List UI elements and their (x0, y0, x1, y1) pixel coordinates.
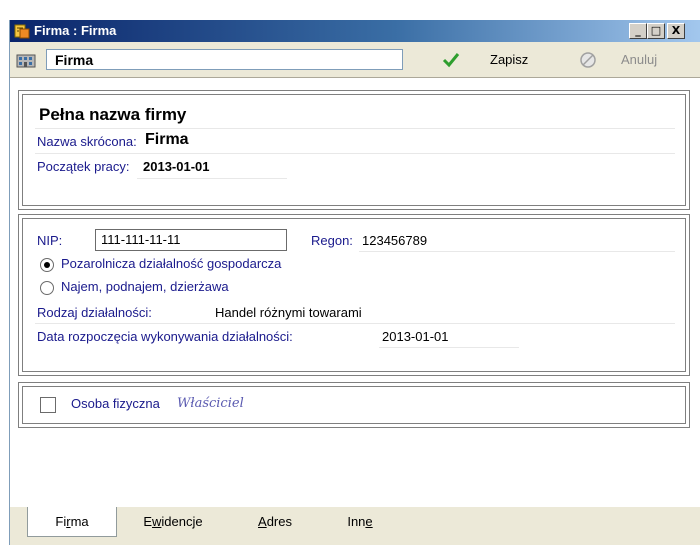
tab-firma[interactable]: Firma (27, 507, 117, 537)
option-najem-label: Najem, podnajem, dzierżawa (61, 279, 229, 294)
close-button[interactable]: X (667, 23, 685, 39)
tab-bar: Firma Ewidencje Adres Inne (10, 507, 700, 545)
cancel-button[interactable]: Anuluj (575, 48, 695, 72)
tab-ewidencje[interactable]: Ewidencje (128, 507, 218, 537)
main-area: Pełna nazwa firmy Nazwa skrócona: Firma … (10, 78, 700, 507)
activity-value[interactable]: Handel różnymi towarami (215, 305, 362, 320)
short-name-value[interactable]: Firma (145, 131, 189, 149)
nip-field[interactable]: 111-111-11-11 (95, 229, 287, 251)
window-title: Firma : Firma (34, 23, 117, 38)
activity-start-label: Data rozpoczęcia wykonywania działalnośc… (37, 329, 293, 344)
short-name-label: Nazwa skrócona: (37, 134, 137, 149)
person-checkbox[interactable] (40, 397, 56, 413)
tab-inne[interactable]: Inne (335, 507, 385, 537)
tab-adres[interactable]: Adres (245, 507, 305, 537)
start-date-value[interactable]: 2013-01-01 (143, 159, 210, 174)
start-date-label: Początek pracy: (37, 159, 130, 174)
cancel-icon (580, 52, 596, 68)
title-bar[interactable]: Firma : Firma _ □ X (10, 20, 700, 42)
save-button[interactable]: Zapisz (438, 48, 564, 72)
full-name-value[interactable]: Pełna nazwa firmy (39, 105, 186, 125)
radio-najem[interactable] (40, 281, 54, 295)
company-name-field[interactable]: Firma (46, 49, 403, 70)
maximize-button[interactable]: □ (647, 23, 665, 39)
check-icon (442, 53, 460, 68)
person-label: Osoba fizyczna (71, 396, 160, 411)
activity-start-value[interactable]: 2013-01-01 (382, 329, 449, 344)
save-label: Zapisz (490, 52, 529, 67)
tax-panel: NIP: 111-111-11-11 Regon: 123456789 Poza… (18, 214, 690, 376)
regon-label: Regon: (311, 233, 353, 248)
company-panel: Pełna nazwa firmy Nazwa skrócona: Firma … (18, 90, 690, 210)
activity-label: Rodzaj działalności: (37, 305, 152, 320)
regon-value[interactable]: 123456789 (362, 233, 427, 248)
cancel-label: Anuluj (621, 52, 658, 67)
building-icon (16, 54, 36, 68)
radio-pozarolnicza[interactable] (40, 258, 54, 272)
option-pozarolnicza-label: Pozarolnicza działalność gospodarcza (61, 256, 282, 271)
toolbar: Firma Zapisz Anuluj (10, 43, 700, 78)
window: Firma : Firma _ □ X Firma Zapisz Anuluj … (9, 20, 700, 545)
minimize-button[interactable]: _ (629, 23, 647, 39)
app-icon (14, 24, 30, 39)
person-panel: Osoba fizyczna Właściciel (18, 382, 690, 428)
nip-label: NIP: (37, 233, 63, 248)
owner-link[interactable]: Właściciel (177, 396, 244, 411)
